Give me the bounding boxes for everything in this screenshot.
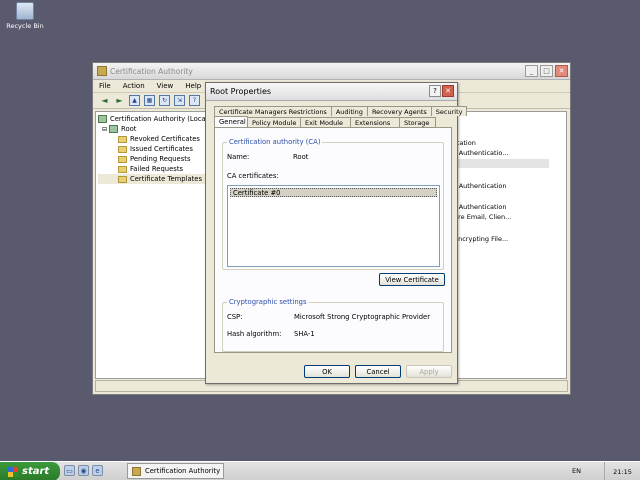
dialog-controls: ? ✕ <box>429 85 454 97</box>
start-label: start <box>22 466 50 477</box>
language-indicator[interactable]: EN <box>572 467 581 475</box>
folder-icon <box>118 175 127 183</box>
result-row[interactable]: ure Email, Clien... <box>454 213 511 221</box>
result-row[interactable]: Encrypting File... <box>454 235 508 243</box>
collapse-icon[interactable]: ⊟ <box>102 126 107 133</box>
window-titlebar[interactable]: Certification Authority <box>93 63 570 80</box>
taskbar: start ▭ ◉ e Certification Authority EN 2… <box>0 461 640 480</box>
tab-auditing[interactable]: Auditing <box>330 106 368 116</box>
tree-item-label: Certificate Templates <box>130 175 203 183</box>
ca-groupbox: Certification authority (CA) Name: Root … <box>222 138 444 270</box>
hash-algorithm-value: SHA-1 <box>294 330 315 338</box>
result-row-highlight <box>454 159 549 168</box>
tabs-back-row: Certificate Managers Restrictions Auditi… <box>214 106 468 116</box>
recycle-bin-label: Recycle Bin <box>6 22 44 30</box>
menu-action[interactable]: Action <box>123 82 145 90</box>
window-title: Certification Authority <box>110 66 193 76</box>
show-desktop-icon[interactable]: ▭ <box>64 465 75 476</box>
window-controls: _ □ ✕ <box>525 65 568 77</box>
tree-ca-label: Root <box>121 125 137 133</box>
start-button[interactable]: start <box>0 462 60 480</box>
ca-certificates-label: CA certificates: <box>227 172 279 180</box>
refresh-icon[interactable]: ↻ <box>159 95 170 106</box>
ca-certificates-list[interactable]: Certificate #0 <box>227 185 440 267</box>
view-certificate-button[interactable]: View Certificate <box>379 273 445 286</box>
folder-icon <box>118 165 127 173</box>
result-row[interactable]: r Authentication <box>454 182 506 190</box>
tab-general[interactable]: General <box>214 116 248 127</box>
csp-value: Microsoft Strong Cryptographic Provider <box>294 313 431 321</box>
help-icon[interactable]: ? <box>189 95 200 106</box>
tab-recovery-agents[interactable]: Recovery Agents <box>366 106 432 116</box>
tree-item-label: Revoked Certificates <box>130 135 200 143</box>
name-value: Root <box>293 153 309 161</box>
general-tab-panel: Certification authority (CA) Name: Root … <box>214 127 452 353</box>
close-icon[interactable]: ✕ <box>555 65 568 77</box>
folder-icon <box>118 145 127 153</box>
root-properties-dialog: Root Properties ? ✕ Certificate Managers… <box>205 82 468 384</box>
help-icon[interactable]: ? <box>429 85 441 97</box>
result-row[interactable]: r Authenticatio... <box>454 149 508 157</box>
browser-icon[interactable]: e <box>92 465 103 476</box>
quick-launch: ▭ ◉ e <box>64 465 103 476</box>
apply-button[interactable]: Apply <box>406 365 452 378</box>
tab-security[interactable]: Security <box>430 106 468 116</box>
ca-app-icon <box>132 466 141 476</box>
tree-item-label: Issued Certificates <box>130 145 193 153</box>
result-row[interactable]: r Authentication <box>454 203 506 211</box>
tree-item-label: Pending Requests <box>130 155 191 163</box>
ca-app-icon <box>97 66 107 76</box>
crypto-group-legend: Cryptographic settings <box>227 298 309 306</box>
clock[interactable]: 21:15 <box>613 468 632 476</box>
tab-storage[interactable]: Storage <box>399 117 436 127</box>
tab-certificate-managers[interactable]: Certificate Managers Restrictions <box>214 106 332 116</box>
minimize-icon[interactable]: _ <box>525 65 538 77</box>
show-hide-tree-icon[interactable]: ▦ <box>144 95 155 106</box>
dialog-titlebar[interactable]: Root Properties <box>206 83 457 101</box>
taskbar-item-label: Certification Authority <box>145 467 221 475</box>
close-icon[interactable]: ✕ <box>442 85 454 97</box>
menu-help[interactable]: Help <box>185 82 201 90</box>
folder-icon <box>118 135 127 143</box>
menu-file[interactable]: File <box>99 82 111 90</box>
dialog-title: Root Properties <box>210 87 272 96</box>
export-list-icon[interactable]: ⇲ <box>174 95 185 106</box>
crypto-groupbox: Cryptographic settings CSP: Microsoft St… <box>222 298 444 352</box>
back-icon[interactable]: ◄ <box>99 95 110 106</box>
system-tray: 21:15 <box>604 462 640 480</box>
up-folder-icon[interactable]: ▲ <box>129 95 140 106</box>
tab-extensions[interactable]: Extensions <box>350 117 400 127</box>
ca-server-icon <box>109 125 119 133</box>
list-item[interactable]: Certificate #0 <box>230 188 437 197</box>
tree-root-label: Certification Authority (Local) <box>110 115 211 123</box>
folder-icon <box>118 155 127 163</box>
recycle-bin-glyph-icon <box>16 2 34 20</box>
ca-group-legend: Certification authority (CA) <box>227 138 323 146</box>
menu-view[interactable]: View <box>157 82 174 90</box>
taskbar-item-certification-authority[interactable]: Certification Authority <box>127 463 224 479</box>
tab-exit-module[interactable]: Exit Module <box>300 117 351 127</box>
ok-button[interactable]: OK <box>304 365 350 378</box>
ca-icon <box>98 115 107 123</box>
tab-policy-module[interactable]: Policy Module <box>247 117 301 127</box>
tabs-front-row: General Policy Module Exit Module Extens… <box>214 116 436 127</box>
cancel-button[interactable]: Cancel <box>355 365 401 378</box>
forward-icon[interactable]: ► <box>114 95 125 106</box>
hash-algorithm-label: Hash algorithm: <box>227 330 282 338</box>
maximize-icon[interactable]: □ <box>540 65 553 77</box>
name-label: Name: <box>227 153 250 161</box>
recycle-bin-icon[interactable]: Recycle Bin <box>6 2 44 30</box>
windows-flag-icon <box>8 466 18 477</box>
tree-item-label: Failed Requests <box>130 165 184 173</box>
media-player-icon[interactable]: ◉ <box>78 465 89 476</box>
csp-label: CSP: <box>227 313 243 321</box>
